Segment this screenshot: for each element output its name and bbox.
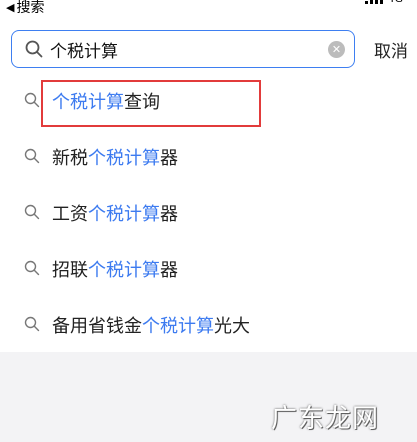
- suggestion-segment: 备用省钱金: [52, 316, 142, 337]
- suggestion-item[interactable]: 工资个税计算器: [0, 184, 417, 240]
- suggestion-item[interactable]: 招联个税计算器: [0, 240, 417, 296]
- search-icon: [24, 260, 40, 276]
- signal-strength-icon: [365, 0, 384, 4]
- suggestion-item[interactable]: 备用省钱金个税计算光大: [0, 296, 417, 352]
- suggestion-text: 新税个税计算器: [52, 144, 178, 170]
- status-indicators: 4G: [365, 0, 403, 4]
- search-icon: [24, 316, 40, 332]
- suggestion-segment: 器: [160, 148, 178, 169]
- suggestion-segment: 招联: [52, 260, 88, 281]
- suggestion-text: 招联个税计算器: [52, 256, 178, 282]
- close-icon: ✕: [331, 43, 342, 56]
- search-icon: [24, 92, 40, 108]
- search-input[interactable]: [50, 35, 320, 63]
- annotation-highlight-box: [41, 80, 261, 127]
- suggestion-list: 个税计算查询 新税个税计算器 工资个税计算器 招联个税计算器 备用省钱金个税计算…: [0, 72, 417, 352]
- suggestion-keyword: 个税计算: [88, 148, 160, 169]
- search-icon: [25, 40, 43, 58]
- suggestion-segment: 器: [160, 260, 178, 281]
- network-type-label: 4G: [387, 0, 403, 4]
- search-page: ◀ 搜索 4G ✕ 取消 个税计算查: [0, 0, 417, 442]
- search-box[interactable]: ✕: [11, 30, 355, 68]
- suggestion-keyword: 个税计算: [88, 204, 160, 225]
- suggestion-segment: 工资: [52, 204, 88, 225]
- status-bar: ◀ 搜索 4G: [0, 0, 417, 22]
- search-icon: [24, 148, 40, 164]
- suggestion-keyword: 个税计算: [142, 316, 214, 337]
- search-icon: [24, 204, 40, 220]
- back-arrow-icon: ◀: [6, 0, 15, 14]
- clear-search-button[interactable]: ✕: [328, 41, 345, 58]
- suggestion-segment: 光大: [214, 316, 250, 337]
- back-to-search-link[interactable]: ◀ 搜索: [6, 0, 44, 17]
- suggestion-item[interactable]: 新税个税计算器: [0, 128, 417, 184]
- cancel-button[interactable]: 取消: [374, 37, 408, 62]
- suggestion-item[interactable]: 个税计算查询: [0, 72, 417, 128]
- suggestion-text: 备用省钱金个税计算光大: [52, 312, 250, 338]
- suggestion-segment: 新税: [52, 148, 88, 169]
- watermark: 广东龙网: [270, 404, 379, 434]
- suggestion-segment: 器: [160, 204, 178, 225]
- empty-content-area: 广东龙网: [0, 352, 417, 442]
- back-label: 搜索: [16, 0, 45, 16]
- suggestion-keyword: 个税计算: [88, 260, 160, 281]
- search-row: ✕ 取消: [0, 30, 417, 70]
- suggestion-text: 工资个税计算器: [52, 200, 178, 226]
